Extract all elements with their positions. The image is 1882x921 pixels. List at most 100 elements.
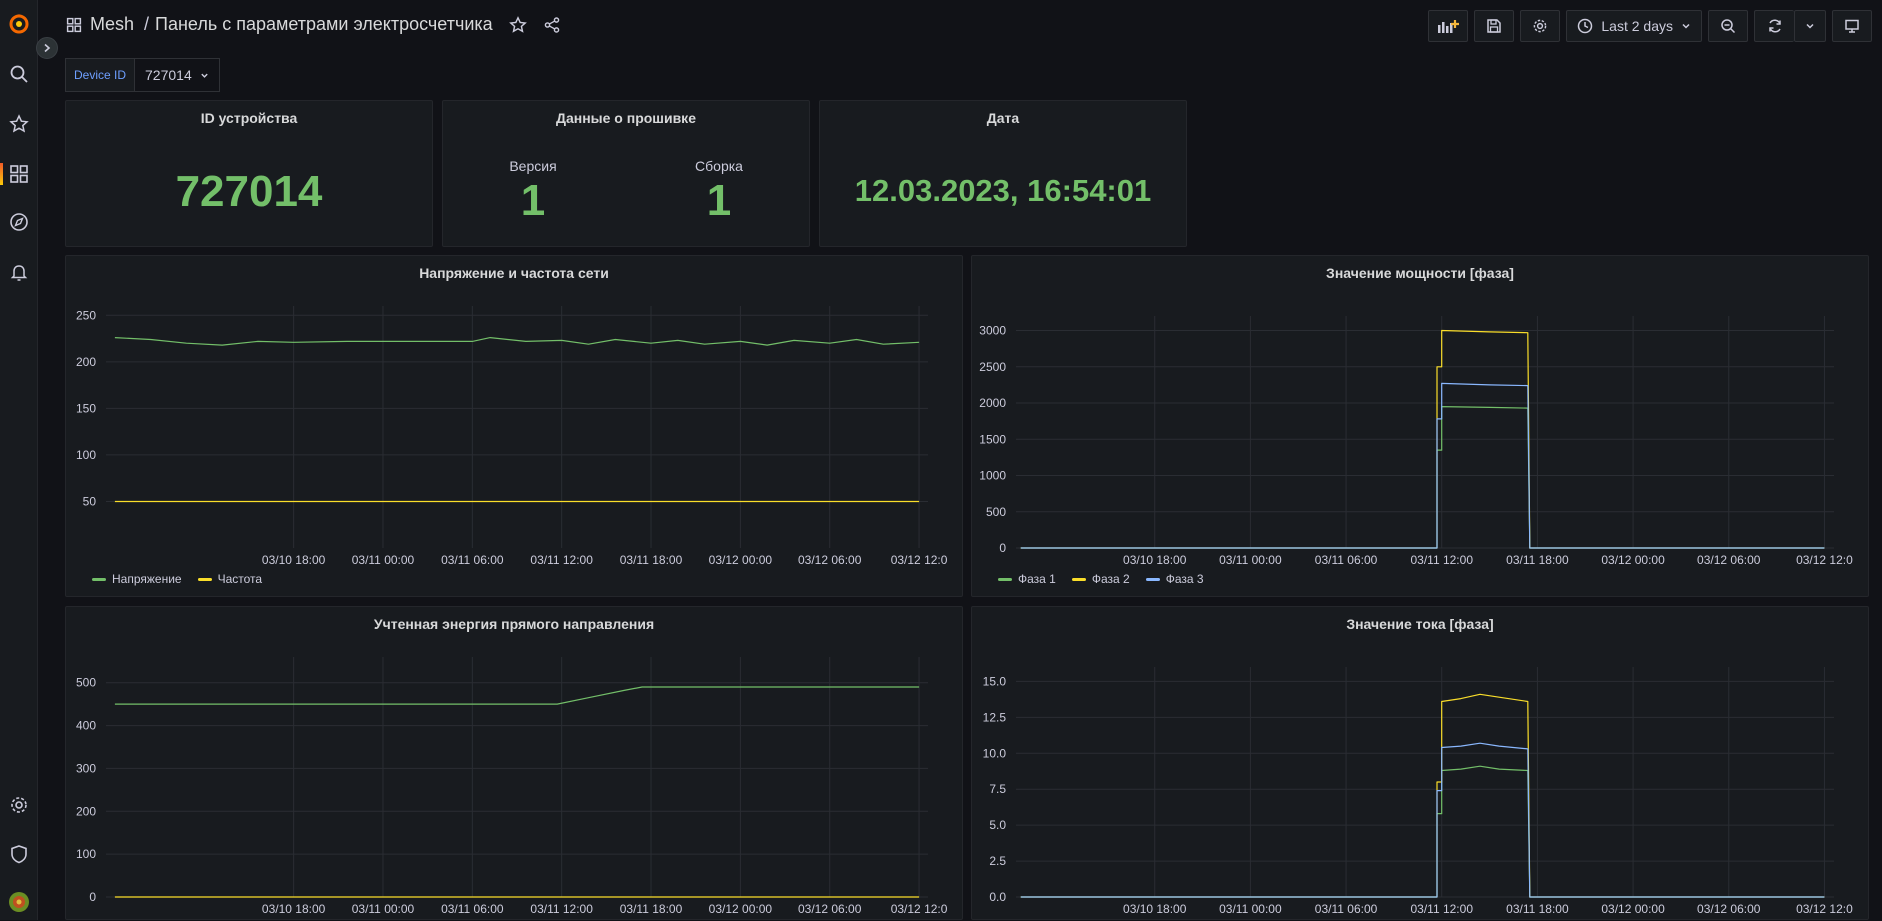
- series-line-1: [1020, 765, 1825, 898]
- y-tick-label: 7.5: [989, 782, 1006, 796]
- x-tick-label: 03/11 12:00: [530, 553, 593, 567]
- avatar[interactable]: [7, 890, 31, 914]
- search-icon[interactable]: [7, 62, 31, 86]
- firmware-panel[interactable]: Данные о прошивке Версия 1 Сборка 1: [442, 100, 810, 247]
- x-tick-label: 03/10 18:00: [262, 902, 326, 916]
- shield-icon[interactable]: [7, 842, 31, 866]
- refresh-interval-dropdown[interactable]: [1794, 10, 1826, 42]
- y-tick-label: 100: [76, 448, 96, 462]
- y-tick-label: 200: [76, 804, 96, 818]
- current-phase-panel[interactable]: Значение тока [фаза] 03/10 18:00 03/11 00…: [971, 606, 1869, 920]
- x-tick-label: 03/12 00:00: [1601, 902, 1665, 916]
- dashboard-settings-button[interactable]: [1520, 10, 1561, 42]
- power-phase-panel[interactable]: Значение мощности [фаза] 03/10 18:00 03/1…: [971, 255, 1869, 597]
- legend-swatch: [1071, 577, 1086, 581]
- y-tick-label: 2000: [979, 396, 1006, 410]
- dashboards-icon[interactable]: [7, 162, 31, 186]
- x-tick-label: 03/12 00:00: [709, 902, 773, 916]
- x-tick-label: 03/11 18:00: [620, 553, 683, 567]
- chart-legend: Напряжение Частота: [92, 572, 262, 586]
- y-tick-label: 300: [76, 761, 96, 775]
- series-line-3: [1020, 382, 1825, 549]
- time-range-picker[interactable]: Last 2 days: [1566, 10, 1702, 42]
- x-tick-label: 03/12 12:0: [891, 902, 948, 916]
- current-phase-chart: 03/10 18:00 03/11 00:00 03/11 06:00 03/11 1…: [983, 667, 1853, 916]
- legend-item-frequency[interactable]: Частота: [197, 572, 263, 586]
- y-tick-label: 500: [76, 676, 96, 690]
- y-tick-label: 12.5: [983, 710, 1007, 724]
- add-panel-button[interactable]: [1428, 10, 1469, 42]
- time-range-label: Last 2 days: [1601, 18, 1673, 34]
- device-id-variable-select[interactable]: 727014: [135, 58, 220, 92]
- save-icon: [1487, 19, 1502, 33]
- x-tick-label: 03/12 12:0: [1796, 902, 1853, 916]
- firmware-version-label: Версия: [509, 158, 557, 174]
- zoom-out-button[interactable]: [1708, 10, 1748, 42]
- y-tick-label: 2.5: [989, 854, 1006, 868]
- legend-item-phase-1[interactable]: Фаза 1: [998, 572, 1056, 586]
- x-tick-label: 03/12 12:0: [891, 553, 948, 567]
- legend-swatch: [1145, 577, 1160, 581]
- series-line-1: [114, 686, 920, 705]
- legend-item-phase-3[interactable]: Фаза 3: [1145, 572, 1204, 586]
- firmware-build-label: Сборка: [695, 158, 743, 174]
- top-nav: Mesh / Панель с параметрами электросчетч…: [38, 0, 1882, 52]
- monitor-icon: [1845, 19, 1859, 33]
- star-icon[interactable]: [7, 112, 31, 136]
- grafana-logo-icon[interactable]: [7, 12, 31, 36]
- x-tick-label: 03/11 06:00: [1315, 553, 1378, 567]
- x-tick-label: 03/10 18:00: [1123, 553, 1187, 567]
- energy-panel[interactable]: Учтенная энергия прямого направления 03/…: [65, 606, 963, 920]
- x-tick-label: 03/12 00:00: [1601, 553, 1665, 567]
- panel-title: Дата: [986, 110, 1020, 126]
- y-tick-label: 250: [76, 308, 96, 322]
- x-tick-label: 03/11 12:00: [530, 902, 593, 916]
- voltage-frequency-panel[interactable]: Напряжение и частота сети 03/10 18:00 03/…: [65, 255, 963, 597]
- explore-icon[interactable]: [7, 210, 31, 234]
- x-tick-label: 03/11 06:00: [1315, 902, 1378, 916]
- page-title[interactable]: Панель с параметрами электросчетчика: [155, 14, 493, 35]
- breadcrumb-folder[interactable]: Mesh: [90, 14, 134, 35]
- legend-label: Частота: [217, 572, 263, 586]
- toolbar: Last 2 days: [1428, 10, 1872, 42]
- x-tick-label: 03/12 12:0: [1796, 553, 1853, 567]
- chart-legend: Фаза 1 Фаза 2 Фаза 3: [998, 572, 1204, 586]
- clock-icon: [1578, 18, 1593, 34]
- gear-icon[interactable]: [7, 793, 31, 817]
- side-menu: [0, 0, 38, 920]
- firmware-build-value: 1: [706, 176, 732, 225]
- zoom-out-icon: [1721, 19, 1736, 34]
- y-tick-label: 0: [999, 541, 1006, 555]
- legend-swatch: [197, 577, 212, 581]
- legend-swatch: [92, 577, 106, 581]
- chevron-down-icon: [1806, 23, 1814, 29]
- series-line-2: [1020, 693, 1825, 898]
- view-mode-button[interactable]: [1832, 10, 1872, 42]
- date-panel[interactable]: Дата 12.03.2023, 16:54:01: [819, 100, 1187, 247]
- x-tick-label: 03/12 06:00: [1697, 902, 1761, 916]
- active-indicator: [0, 163, 3, 185]
- x-tick-label: 03/11 18:00: [620, 902, 683, 916]
- x-tick-label: 03/12 06:00: [1697, 553, 1761, 567]
- legend-label: Фаза 3: [1165, 572, 1204, 586]
- breadcrumb: Mesh / Панель с параметрами электросчетч…: [66, 14, 561, 35]
- legend-label: Напряжение: [112, 572, 182, 586]
- firmware-version-value: 1: [520, 176, 546, 225]
- legend-label: Фаза 2: [1091, 572, 1130, 586]
- variables-bar: Device ID 727014: [65, 58, 220, 92]
- y-tick-label: 10.0: [983, 746, 1007, 760]
- y-tick-label: 200: [76, 355, 96, 369]
- sidebar-expand-button[interactable]: [36, 37, 58, 59]
- device-id-variable-value: 727014: [145, 67, 192, 83]
- x-tick-label: 03/11 12:00: [1410, 902, 1473, 916]
- y-tick-label: 50: [83, 494, 97, 508]
- share-icon[interactable]: [543, 16, 561, 34]
- bell-icon[interactable]: [7, 260, 31, 284]
- save-dashboard-button[interactable]: [1474, 10, 1515, 42]
- refresh-button[interactable]: [1754, 10, 1794, 42]
- legend-item-phase-2[interactable]: Фаза 2: [1071, 572, 1130, 586]
- legend-item-voltage[interactable]: Напряжение: [92, 572, 182, 586]
- star-icon[interactable]: [508, 15, 527, 34]
- device-id-panel[interactable]: ID устройства 727014: [65, 100, 433, 247]
- device-id-variable-label: Device ID: [65, 58, 136, 92]
